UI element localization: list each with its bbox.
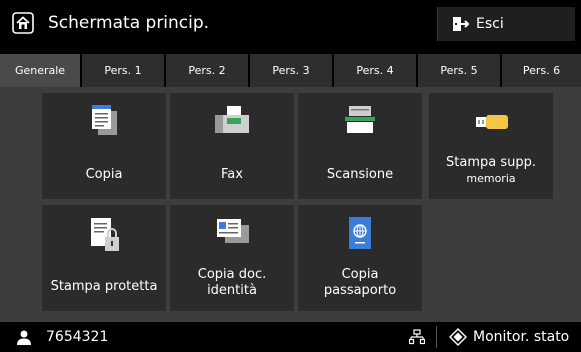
exit-icon — [452, 15, 470, 33]
tab-bar: Generale Pers. 1 Pers. 2 Pers. 3 Pers. 4… — [0, 54, 581, 87]
tile-label: Scansione — [326, 167, 394, 182]
tile-label: Copia passaporto — [298, 267, 422, 299]
tile-label-line2: passaporto — [323, 283, 397, 298]
tile-label-line1: Copia — [341, 267, 379, 282]
tab-pers-1[interactable]: Pers. 1 — [82, 54, 164, 87]
tab-pers-4[interactable]: Pers. 4 — [334, 54, 416, 87]
tab-generale[interactable]: Generale — [0, 54, 80, 87]
main-panel: Copia Fax Scansione Stampa supp. memoria… — [0, 87, 581, 322]
tile-copia[interactable]: Copia — [42, 93, 166, 199]
title-bar: Schermata princip. Esci — [0, 0, 581, 46]
tile-copia-passaporto[interactable]: Copia passaporto — [298, 205, 422, 311]
tile-label: Copia — [85, 167, 123, 182]
status-bar: 7654321 Monitor. stato — [0, 322, 581, 352]
tab-pers-2[interactable]: Pers. 2 — [166, 54, 248, 87]
tab-pers-6[interactable]: Pers. 6 — [502, 54, 581, 87]
user-icon — [16, 330, 32, 345]
page-title: Schermata princip. — [48, 13, 210, 33]
tab-pers-5[interactable]: Pers. 5 — [418, 54, 500, 87]
tile-label: Stampa supp. memoria — [429, 155, 553, 187]
tile-label-line1: Copia doc. — [197, 267, 267, 282]
copy-icon — [79, 103, 129, 145]
exit-label: Esci — [476, 16, 504, 32]
id-card-copy-icon — [207, 215, 257, 257]
scan-icon — [335, 103, 385, 145]
divider — [436, 326, 437, 348]
status-monitor-label: Monitor. stato — [473, 329, 570, 345]
exit-button[interactable]: Esci — [437, 7, 575, 41]
tile-label-line2: identità — [207, 283, 257, 298]
usb-memory-icon — [466, 103, 516, 145]
tile-stampa-supp-memoria[interactable]: Stampa supp. memoria — [429, 93, 553, 199]
tile-scansione[interactable]: Scansione — [298, 93, 422, 199]
status-monitor-button[interactable]: Monitor. stato — [441, 322, 581, 352]
user-id: 7654321 — [46, 329, 109, 345]
tile-copia-doc-identita[interactable]: Copia doc. identità — [170, 205, 294, 311]
tile-label: Fax — [221, 167, 243, 182]
tile-fax[interactable]: Fax — [170, 93, 294, 199]
passport-copy-icon — [335, 215, 385, 257]
tile-label-line2: memoria — [466, 172, 516, 185]
secure-print-icon — [79, 215, 129, 257]
tile-stampa-protetta[interactable]: Stampa protetta — [42, 205, 166, 311]
status-monitor-icon — [449, 328, 467, 346]
tile-label: Stampa protetta — [50, 279, 158, 294]
tile-label-line1: Stampa supp. — [446, 155, 536, 170]
home-icon[interactable] — [12, 12, 34, 34]
tab-pers-3[interactable]: Pers. 3 — [250, 54, 332, 87]
fax-icon — [207, 103, 257, 145]
tile-label: Copia doc. identità — [170, 267, 294, 299]
network-icon — [408, 329, 426, 345]
